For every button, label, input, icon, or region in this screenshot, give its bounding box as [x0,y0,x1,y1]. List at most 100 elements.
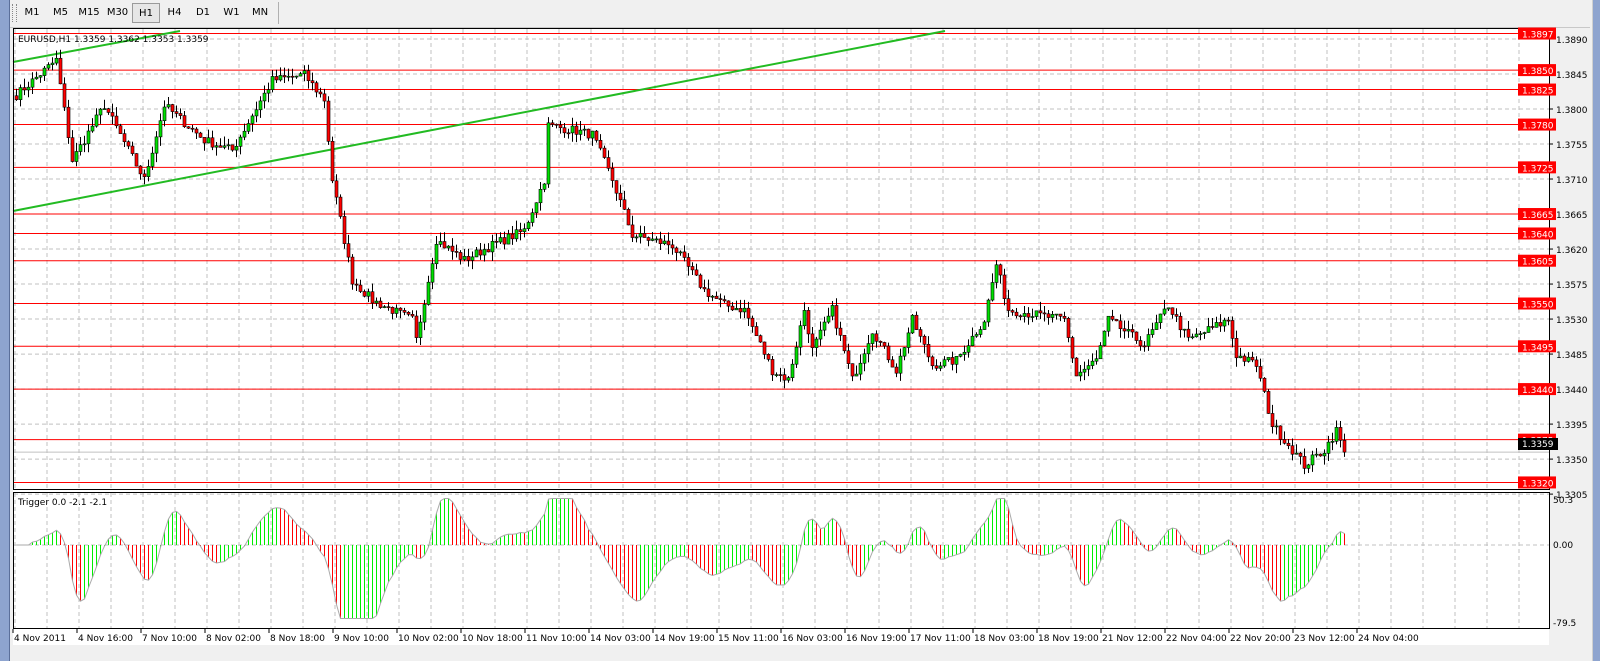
bear-candle [842,334,847,352]
bull-candle [1202,332,1207,334]
bear-candle [1134,331,1139,341]
bear-candle [310,80,315,84]
bear-candle [1226,319,1231,322]
bull-candle [506,233,511,245]
bear-candle [850,363,855,377]
bear-candle [186,126,191,129]
bull-candle [278,75,283,81]
bear-candle [1270,413,1275,427]
bear-candle [1058,313,1063,317]
bear-candle [346,243,351,258]
bull-candle [86,130,91,145]
bear-candle [642,233,647,238]
bear-candle [342,216,347,244]
bull-candle [638,233,643,238]
bull-candle [1206,326,1211,333]
bear-candle [930,356,935,367]
bull-candle [46,64,51,69]
price-tick-label: 1.3440 [1556,386,1588,396]
bull-candle [366,291,371,297]
bear-candle [666,240,671,246]
bull-candle [534,202,539,214]
bear-candle [142,173,147,177]
bull-candle [794,346,799,365]
bear-candle [486,249,491,253]
bear-candle [706,288,711,297]
bull-candle [1326,441,1331,454]
bull-candle [242,130,247,138]
bull-candle [798,325,803,348]
bull-candle [498,237,503,243]
level-price-label: 1.3495 [1522,343,1554,353]
bull-candle [38,75,43,78]
bear-candle [714,295,719,299]
bull-candle [150,152,155,167]
bull-candle [1150,329,1155,335]
bull-candle [394,307,399,314]
bull-candle [634,236,639,239]
time-label: 8 Nov 18:00 [270,634,325,644]
bear-candle [702,287,707,290]
bull-candle [962,351,967,355]
bull-candle [974,334,979,337]
bull-candle [814,338,819,348]
time-label: 18 Nov 03:00 [974,634,1035,644]
bull-candle [1098,345,1103,360]
price-chart[interactable]: 1.38901.38451.38001.37551.37101.36651.36… [0,0,1600,661]
bull-candle [1274,425,1279,428]
bear-candle [1278,425,1283,440]
bull-candle [678,251,683,254]
bear-candle [194,128,199,134]
bull-candle [234,146,239,151]
bear-candle [170,104,175,112]
bear-candle [1250,356,1255,361]
bull-candle [870,333,875,344]
bull-candle [374,300,379,304]
bull-candle [822,321,827,331]
bull-candle [1166,307,1171,310]
bear-candle [1062,316,1067,319]
bull-candle [434,244,439,265]
bear-candle [290,75,295,78]
bull-candle [538,189,543,204]
bear-candle [1262,377,1267,392]
bear-candle [698,274,703,288]
bear-candle [1342,440,1347,453]
bull-candle [742,307,747,313]
bear-candle [718,298,723,300]
time-label: 10 Nov 02:00 [398,634,459,644]
bear-candle [274,76,279,81]
time-label: 15 Nov 11:00 [718,634,779,644]
bull-candle [1246,356,1251,362]
bear-candle [1254,359,1259,367]
bear-candle [14,95,19,100]
bull-candle [266,89,271,94]
current-price-label: 1.3359 [1522,440,1554,450]
bull-candle [830,305,835,317]
bear-candle [62,83,67,108]
bull-candle [222,145,227,148]
bull-candle [246,123,251,132]
bull-candle [470,256,475,261]
bull-candle [166,104,171,108]
bear-candle [1218,322,1223,327]
bear-candle [730,305,735,311]
bull-candle [426,281,431,305]
bear-candle [454,251,459,253]
bear-candle [66,106,71,138]
bull-candle [1310,454,1315,466]
bull-candle [802,310,807,327]
bull-candle [430,263,435,283]
price-tick-label: 1.3710 [1556,176,1588,186]
bear-candle [670,244,675,249]
bull-candle [1146,334,1151,347]
bull-candle [1330,441,1335,443]
bull-candle [90,125,95,132]
time-label: 23 Nov 12:00 [1294,634,1355,644]
indicator-max-label: 50.3 [1553,496,1573,506]
bear-candle [550,122,555,125]
bull-candle [1190,336,1195,339]
bull-candle [226,144,231,147]
time-label: 21 Nov 12:00 [1102,634,1163,644]
bull-candle [1314,453,1319,456]
